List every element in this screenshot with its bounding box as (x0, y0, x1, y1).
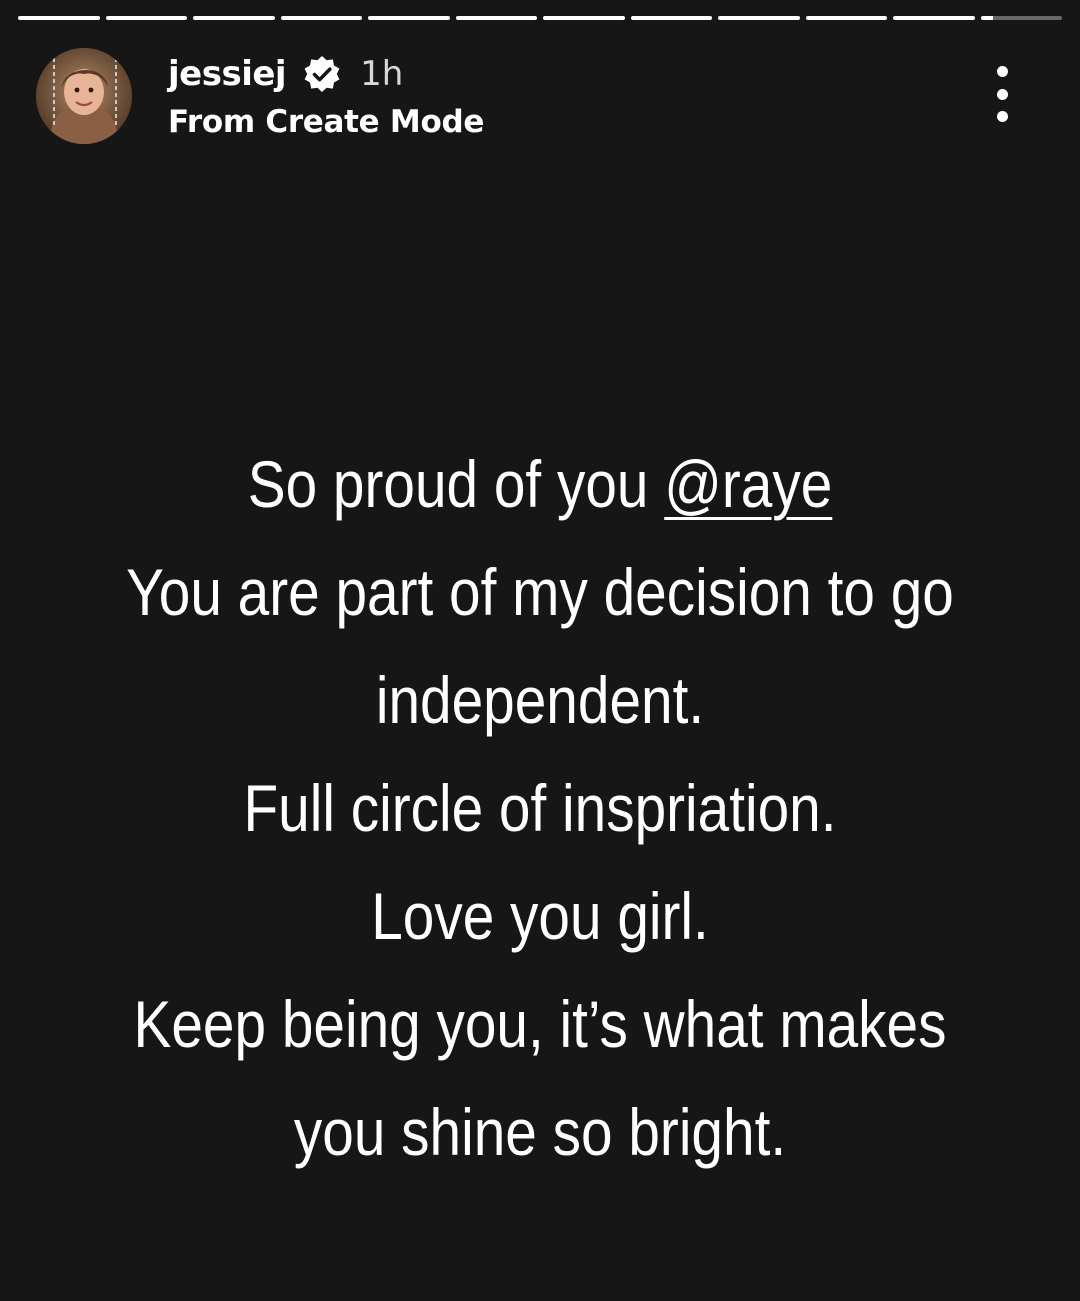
story-header: jessiej 1h From Create Mode (36, 48, 1040, 144)
story-text-line: So proud of you @raye (110, 430, 970, 538)
progress-segment (543, 16, 625, 20)
progress-segment-fill (980, 16, 993, 20)
story-text-line: independent. (375, 663, 705, 737)
story-text-line: Keep being you, it’s what makes (133, 987, 947, 1061)
progress-segment-fill (630, 16, 712, 20)
more-dot (996, 66, 1008, 77)
story-text-block: So proud of you @raye You are part of my… (40, 430, 1040, 1186)
user-line: jessiej 1h (168, 52, 403, 96)
progress-segment (18, 16, 100, 20)
story-text-line: Full circle of inspriation. (243, 771, 837, 845)
story-text-line: You are part of my decision to go (126, 555, 954, 629)
progress-segment-fill (543, 16, 625, 20)
progress-segment-fill (280, 16, 362, 20)
verified-badge-icon (302, 54, 342, 94)
progress-segment-fill (893, 16, 975, 20)
username[interactable]: jessiej (168, 54, 287, 94)
post-time: 1h (360, 54, 404, 94)
progress-segment (105, 16, 187, 20)
progress-segment (455, 16, 537, 20)
progress-segment (193, 16, 275, 20)
story-text-line: you shine so bright. (293, 1095, 787, 1169)
progress-segment (368, 16, 450, 20)
progress-segment (280, 16, 362, 20)
story-source-label: From Create Mode (168, 104, 485, 140)
progress-segment (980, 16, 1062, 20)
progress-segment (630, 16, 712, 20)
more-vertical-icon[interactable] (990, 66, 1014, 122)
progress-segment-fill (193, 16, 275, 20)
avatar[interactable] (36, 48, 132, 144)
avatar-image (36, 48, 132, 144)
progress-segment-fill (18, 16, 100, 20)
progress-segment-fill (805, 16, 887, 20)
progress-segment (805, 16, 887, 20)
story-text-line: Love you girl. (371, 879, 709, 953)
progress-segment-fill (455, 16, 537, 20)
story-text-prefix: So proud of you (247, 447, 665, 521)
mention-link[interactable]: @raye (664, 447, 832, 521)
story-progress-bar (18, 16, 1062, 20)
progress-segment (893, 16, 975, 20)
progress-segment (718, 16, 800, 20)
more-dot (996, 111, 1008, 122)
more-dot (996, 88, 1008, 100)
progress-segment-fill (368, 16, 450, 20)
progress-segment-fill (718, 16, 800, 20)
progress-segment-fill (105, 16, 187, 20)
